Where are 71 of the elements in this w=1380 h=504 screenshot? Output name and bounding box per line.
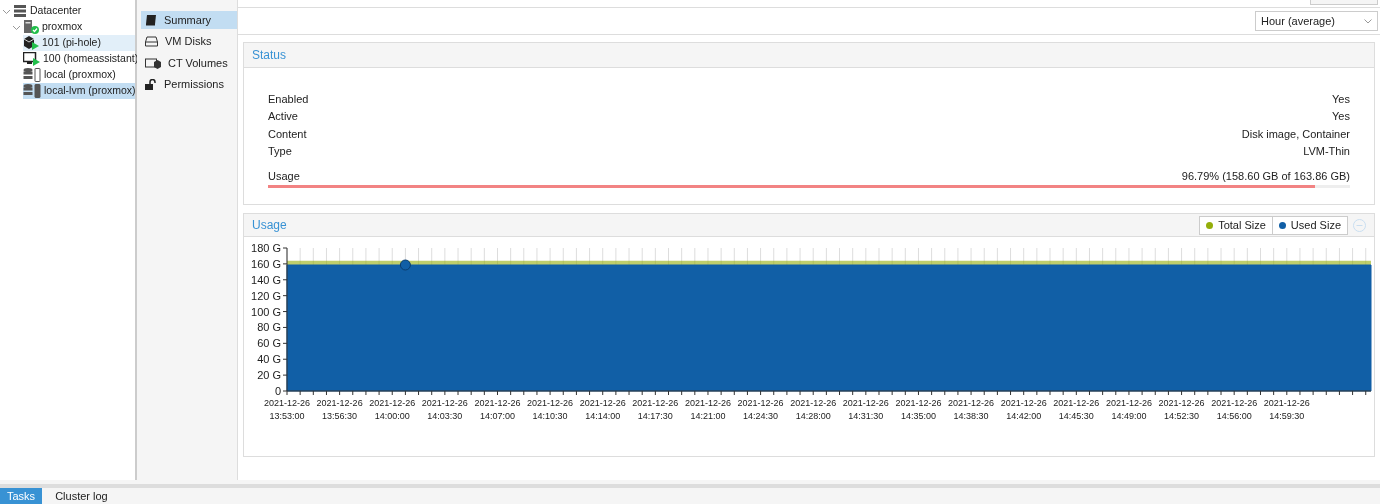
monitor-play-icon xyxy=(23,52,40,66)
tree-item[interactable]: local-lvm (proxmox) xyxy=(23,83,135,99)
field-value: LVM-Thin xyxy=(1303,144,1350,159)
hover-point-marker xyxy=(399,259,411,271)
menu-item[interactable]: Permissions xyxy=(141,75,237,94)
field-label: Type xyxy=(268,144,292,159)
y-tick-label: 120 G xyxy=(251,289,281,302)
field-label: Usage xyxy=(268,169,300,185)
x-tick-label: 2021-12-26 14:35:00 xyxy=(895,398,942,421)
tree-item[interactable]: local (proxmox) xyxy=(23,67,135,83)
server-check-icon xyxy=(23,20,39,34)
x-tick-label: 2021-12-26 14:03:30 xyxy=(421,398,468,421)
drive-cube-icon xyxy=(145,57,161,69)
tree-item[interactable]: 101 (pi-hole) xyxy=(23,35,135,51)
menu-item[interactable]: Summary xyxy=(141,11,237,29)
x-tick-label: 2021-12-26 14:42:00 xyxy=(1000,398,1047,421)
x-tick-label: 2021-12-26 14:07:00 xyxy=(474,398,521,421)
x-tick-label: 2021-12-26 14:45:30 xyxy=(1053,398,1100,421)
y-tick-label: 160 G xyxy=(251,257,281,270)
hard-drive-icon xyxy=(145,36,158,47)
chevron-down-icon[interactable] xyxy=(1364,18,1372,24)
y-tick-label: 100 G xyxy=(251,305,281,318)
bottom-tab[interactable]: Cluster log xyxy=(48,488,115,504)
timeframe-dropdown[interactable]: Hour (average) xyxy=(1255,11,1378,31)
legend-item[interactable]: Used Size xyxy=(1271,216,1347,234)
cube-play-icon xyxy=(23,36,39,50)
toolbar-button[interactable] xyxy=(1310,0,1378,5)
x-tick-label: 2021-12-26 14:24:30 xyxy=(737,398,784,421)
x-tick-label: 2021-12-26 14:38:30 xyxy=(948,398,995,421)
panel-title: Usage xyxy=(252,217,287,234)
database-drive-icon xyxy=(23,68,41,82)
x-tick-label: 2021-12-26 14:28:00 xyxy=(790,398,837,421)
menu-item[interactable]: CT Volumes xyxy=(141,54,237,72)
usage-reading: 96.79% (158.60 GB of 163.86 GB) xyxy=(1181,169,1350,185)
x-tick-label: 2021-12-26 14:10:30 xyxy=(527,398,574,421)
x-tick-label: 2021-12-26 14:56:00 xyxy=(1211,398,1258,421)
book-icon xyxy=(145,14,157,26)
tree-item[interactable]: Datacenter xyxy=(3,3,135,19)
expander-icon[interactable] xyxy=(3,7,10,15)
x-tick-label: 2021-12-26 14:17:30 xyxy=(632,398,679,421)
y-tick-label: 80 G xyxy=(257,321,281,334)
menu-item[interactable]: VM Disks xyxy=(141,32,237,51)
expander-icon[interactable] xyxy=(13,23,20,31)
field-value: Disk image, Container xyxy=(1241,126,1350,142)
panel-title: Status xyxy=(252,47,287,64)
x-tick-label: 2021-12-26 14:59:30 xyxy=(1263,398,1310,421)
x-tick-label: 2021-12-26 14:52:30 xyxy=(1158,398,1205,421)
field-value: Yes xyxy=(1332,109,1350,124)
y-tick-label: 180 G xyxy=(251,242,281,254)
server-rack-icon xyxy=(13,5,27,17)
field-label: Active xyxy=(268,109,298,124)
legend-item[interactable]: Total Size xyxy=(1200,216,1272,234)
y-tick-label: 60 G xyxy=(257,337,281,350)
x-tick-label: 2021-12-26 14:00:00 xyxy=(369,398,416,421)
field-label: Enabled xyxy=(268,91,309,107)
field-label: Content xyxy=(268,126,307,142)
y-tick-label: 0 xyxy=(274,385,281,397)
x-tick-label: 2021-12-26 14:31:30 xyxy=(842,398,889,421)
y-tick-label: 20 G xyxy=(257,369,281,382)
tree-item[interactable]: 100 (homeassistant) xyxy=(23,51,135,67)
x-tick-label: 2021-12-26 13:56:30 xyxy=(316,398,363,421)
field-value: Yes xyxy=(1332,91,1350,107)
database-drive-icon xyxy=(23,84,41,98)
y-tick-label: 140 G xyxy=(251,273,281,286)
y-tick-label: 40 G xyxy=(257,353,281,366)
x-tick-label: 2021-12-26 14:14:00 xyxy=(579,398,626,421)
x-tick-label: 2021-12-26 14:49:00 xyxy=(1105,398,1152,421)
unlocked-padlock-icon xyxy=(145,78,157,91)
x-tick-label: 2021-12-26 14:21:00 xyxy=(684,398,731,421)
x-tick-label: 2021-12-26 13:53:00 xyxy=(264,398,310,421)
tree-item[interactable]: proxmox xyxy=(13,19,135,35)
